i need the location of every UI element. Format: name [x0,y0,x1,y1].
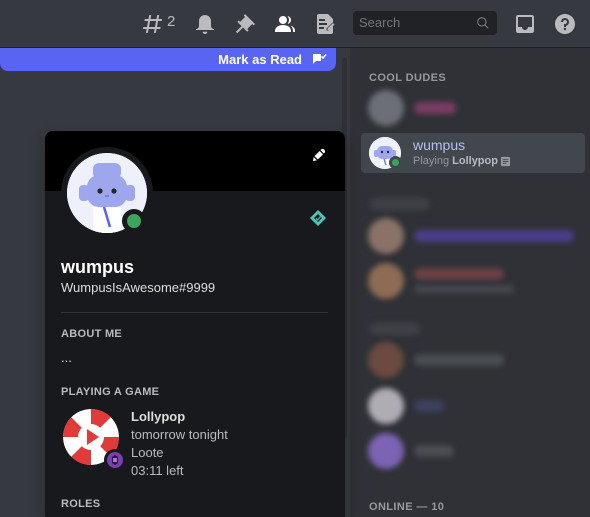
threads-icon[interactable] [141,12,165,36]
member-name-blurred [370,198,430,210]
status-online-indicator [389,156,402,169]
member-row-wumpus[interactable]: wumpus Playing Lollypop [361,133,585,173]
about-me-header: ABOUT ME [61,328,123,340]
channel-toolbar: 2 Search [0,0,590,48]
activity-name: Lollypop [452,155,498,167]
member-name-blurred [414,445,454,457]
playing-game-header: PLAYING A GAME [61,386,160,398]
member-name-blurred [414,354,504,366]
notes-icon[interactable] [313,12,337,36]
member-name: wumpus [413,137,466,153]
member-list: COOL DUDES wumpus Playing Lollypop ONLIN… [350,48,590,517]
rich-presence-icon [500,156,511,167]
avatar [368,342,404,378]
game-title: Lollypop [131,409,186,424]
search-placeholder: Search [359,15,401,30]
bell-icon[interactable] [193,12,217,36]
inbox-icon[interactable] [513,12,537,36]
member-activity: Playing Lollypop [413,155,498,167]
member-name-blurred [414,400,444,412]
status-online-indicator [122,209,146,233]
member-name-blurred [414,268,504,280]
member-name-blurred [370,323,420,335]
profile-divider [61,312,328,313]
avatar [368,263,404,299]
user-profile-popout: wumpus WumpusIsAwesome#9999 ABOUT ME ...… [45,131,345,517]
game-details: tomorrow tonight [131,427,228,442]
profile-username: wumpus [61,257,135,277]
member-name-blurred [414,230,574,242]
mark-as-read-button[interactable]: Mark as Read [0,48,336,71]
edit-profile-icon[interactable] [311,147,327,163]
search-input[interactable]: Search [353,11,497,35]
thread-count: 2 [167,13,176,30]
about-me-text: ... [61,350,72,365]
nitro-badge-icon[interactable] [309,209,327,227]
pin-icon[interactable] [233,12,257,36]
game-platform-icon [104,449,126,471]
mark-as-read-label: Mark as Read [218,52,302,67]
avatar [368,388,404,424]
member-section-header: ONLINE — 10 [369,501,445,513]
activity-prefix: Playing [413,155,450,167]
mark-read-icon [311,51,327,67]
avatar [368,218,404,254]
member-name-blurred [414,102,456,114]
avatar [368,90,404,126]
help-icon[interactable] [553,12,577,36]
members-icon[interactable] [273,12,297,36]
member-section-header: COOL DUDES [369,72,447,84]
roles-header: ROLES [61,498,101,510]
search-icon [476,16,490,30]
profile-tag: WumpusIsAwesome#9999 [61,280,216,295]
game-time-left: 03:11 left [131,463,184,478]
game-state: Loote [131,445,164,460]
avatar [368,433,404,469]
member-activity-blurred [414,285,514,293]
